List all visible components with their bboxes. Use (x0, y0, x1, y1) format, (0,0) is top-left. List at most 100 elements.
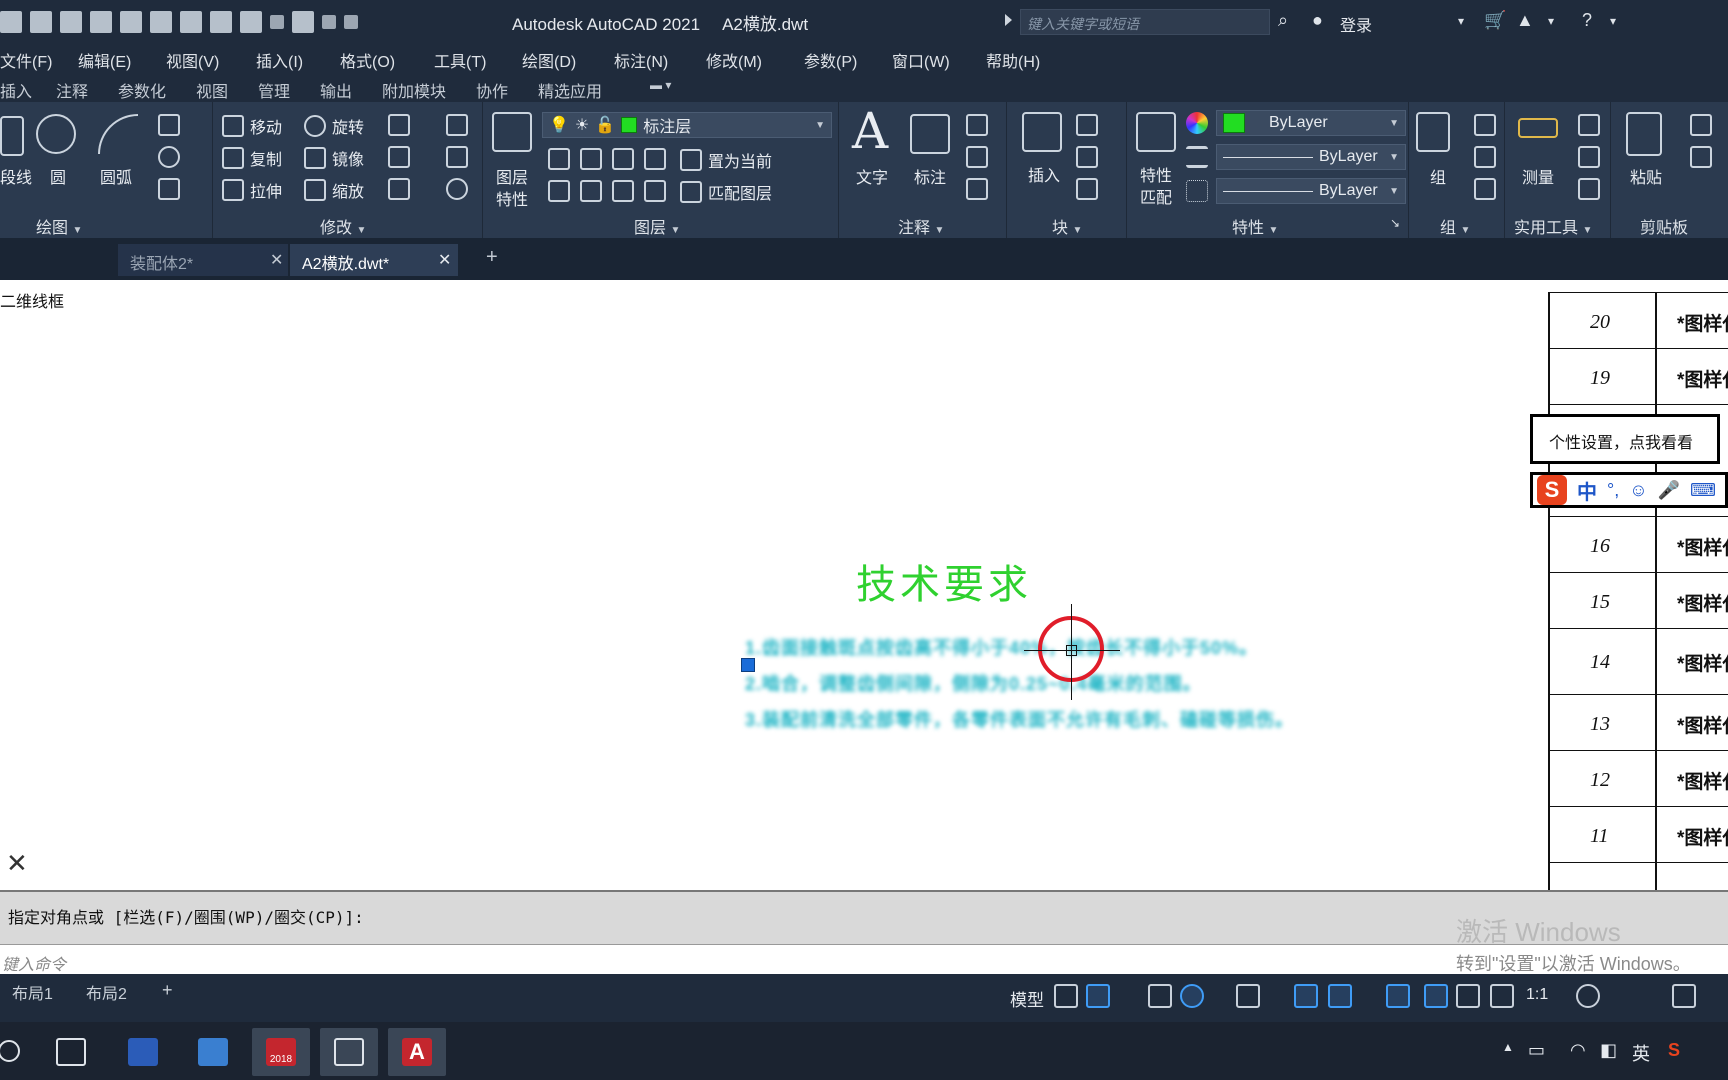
menu-insert[interactable]: 插入(I) (256, 48, 303, 72)
polyline-button[interactable]: 段线 (0, 164, 32, 188)
insert-button[interactable]: 插入 (1028, 162, 1060, 186)
insert-block-icon[interactable] (1022, 112, 1062, 152)
sogou-logo-icon[interactable]: S (1537, 475, 1567, 505)
clipboard-panel-title[interactable]: 剪贴板 (1640, 214, 1688, 238)
print-icon[interactable] (210, 11, 232, 33)
menu-view[interactable]: 视图(V) (166, 48, 219, 72)
layer-isolate-icon[interactable] (580, 148, 602, 170)
wifi-icon[interactable]: ◠ (1570, 1040, 1586, 1061)
layer-properties-icon[interactable] (492, 112, 532, 152)
tab-featured-apps[interactable]: 精选应用 (538, 78, 602, 102)
layer-unisolate-icon[interactable] (580, 180, 602, 202)
menu-format[interactable]: 格式(O) (340, 48, 395, 72)
new-tab-button[interactable]: + (474, 244, 510, 276)
properties-panel-title[interactable]: 特性 ▼ (1232, 214, 1278, 238)
layer-lock-icon[interactable] (644, 148, 666, 170)
menu-dimension[interactable]: 标注(N) (614, 48, 668, 72)
layer-properties-label-2[interactable]: 特性 (496, 186, 528, 210)
save-as-icon[interactable] (90, 11, 112, 33)
paste-icon[interactable] (1626, 112, 1662, 156)
create-block-icon[interactable] (1076, 114, 1098, 136)
help-icon[interactable]: ? (1582, 10, 1592, 31)
tab-annotate[interactable]: 注释 (56, 78, 88, 102)
fillet-icon[interactable] (388, 146, 410, 168)
keyboard-icon[interactable]: ⌨ (1690, 480, 1716, 501)
ime-tooltip[interactable]: 个性设置，点我看看 (1530, 414, 1720, 464)
ellipse-icon[interactable] (158, 146, 180, 168)
measure-button[interactable]: 测量 (1522, 164, 1554, 188)
login-link[interactable]: 登录 (1340, 12, 1372, 36)
autodesk-app-icon[interactable]: ▲ (1516, 10, 1534, 31)
paste-button[interactable]: 粘贴 (1630, 164, 1662, 188)
ime-mode-toggle[interactable]: 中 (1577, 476, 1597, 505)
draw-panel-title[interactable]: 绘图 ▼ (36, 214, 82, 238)
volume-icon[interactable]: ◧ (1600, 1040, 1617, 1061)
menu-tools[interactable]: 工具(T) (434, 48, 486, 72)
rectangle-icon[interactable] (158, 114, 180, 136)
microphone-icon[interactable]: 🎤 (1658, 480, 1680, 501)
drawing-canvas[interactable]: 二维线框 技术要求 1.齿面接触斑点按齿高不得小于40%，按齿长不得小于50%。… (0, 280, 1728, 903)
search-expand-icon[interactable] (1005, 14, 1012, 26)
import-icon[interactable] (150, 11, 172, 33)
color-dropdown[interactable]: ByLayer ▼ (1216, 110, 1406, 136)
tab-manage[interactable]: 管理 (258, 78, 290, 102)
text-button[interactable]: 文字 (856, 164, 888, 188)
autocad-taskbar-icon[interactable]: A (388, 1028, 446, 1076)
gear-icon[interactable] (1576, 984, 1600, 1008)
dialog-launcher-icon[interactable]: ↘ (1390, 216, 1400, 230)
measure-icon[interactable] (1518, 118, 1558, 138)
group-edit-icon[interactable] (1474, 146, 1496, 168)
linetype-dropdown[interactable]: ByLayer ▼ (1216, 178, 1406, 204)
plus-icon[interactable] (1636, 984, 1660, 1008)
object-snap-tracking-icon[interactable] (1294, 984, 1318, 1008)
app-dropdown-icon[interactable]: ▾ (1548, 14, 1554, 28)
trim-icon[interactable] (388, 114, 410, 136)
layer-unlock-icon[interactable] (644, 180, 666, 202)
menu-file[interactable]: 文件(F) (0, 48, 52, 72)
modify-panel-title[interactable]: 修改 ▼ (320, 214, 366, 238)
viewport-label[interactable]: 二维线框 (0, 288, 64, 312)
lock-icon[interactable]: 🔓 (595, 115, 615, 135)
hatch-icon[interactable] (158, 178, 180, 200)
layer-dropdown[interactable]: 💡 ☀ 🔓 标注层 ▼ (542, 112, 832, 138)
stretch-button[interactable]: 拉伸 (222, 178, 282, 202)
tab-insert[interactable]: 插入 (0, 78, 32, 102)
search-icon[interactable] (0, 1028, 38, 1076)
auto-scale-icon[interactable] (1456, 984, 1480, 1008)
ribbon-minimize-icon[interactable]: ▬ ▾ (650, 78, 671, 92)
edit-block-icon[interactable] (1076, 146, 1098, 168)
sogou-tray-icon[interactable]: S (1668, 1040, 1680, 1061)
color-wheel-icon[interactable] (1186, 112, 1208, 134)
ortho-icon[interactable] (1148, 984, 1172, 1008)
rotate-button[interactable]: 旋转 (304, 114, 364, 138)
copy-button[interactable]: 复制 (222, 146, 282, 170)
user-icon[interactable]: ● (1312, 10, 1323, 31)
quick-select-icon[interactable] (1578, 114, 1600, 136)
camera-icon[interactable] (320, 1028, 378, 1076)
layer-thaw-icon[interactable] (612, 180, 634, 202)
group-select-icon[interactable] (1474, 178, 1496, 200)
ungroup-icon[interactable] (1474, 114, 1496, 136)
open-folder-icon[interactable] (30, 11, 52, 33)
tab-view[interactable]: 视图 (196, 78, 228, 102)
group-panel-title[interactable]: 组 ▼ (1440, 214, 1470, 238)
erase-icon[interactable] (446, 114, 468, 136)
table-icon[interactable] (966, 178, 988, 200)
layout-tab-2[interactable]: 布局2 (86, 980, 127, 1004)
linear-dim-icon[interactable] (966, 114, 988, 136)
layer-properties-label-1[interactable]: 图层 (496, 164, 528, 188)
grid-icon[interactable] (1054, 984, 1078, 1008)
object-snap-icon[interactable] (1328, 984, 1352, 1008)
word-icon[interactable] (114, 1028, 172, 1076)
lineweight-dropdown[interactable]: ByLayer ▼ (1216, 144, 1406, 170)
tray-expand-icon[interactable]: ▲ (1502, 1040, 1514, 1054)
input-language[interactable]: 英 (1632, 1040, 1650, 1066)
emoji-icon[interactable]: ☺ (1629, 480, 1647, 501)
undo-icon[interactable] (240, 11, 262, 33)
customize-qat-icon[interactable] (344, 15, 358, 29)
group-icon[interactable] (1416, 112, 1450, 152)
layout-tab-1[interactable]: 布局1 (12, 980, 53, 1004)
lightbulb-icon[interactable]: 💡 (549, 115, 569, 135)
tab-output[interactable]: 输出 (320, 78, 352, 102)
customization-icon[interactable] (1672, 984, 1696, 1008)
